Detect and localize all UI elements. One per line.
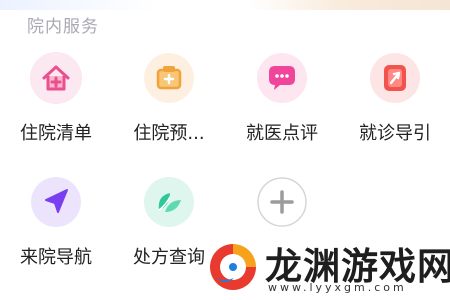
service-label: 住院清单 xyxy=(20,123,92,144)
watermark-logo-icon xyxy=(204,238,262,296)
service-inpatient-list[interactable]: 住院清单 xyxy=(0,52,112,164)
hospital-services-panel: 院内服务 住院清单 住院预... 就医点评 就诊导引 来院导航 处方查询 龙渊游… xyxy=(0,0,450,300)
top-card-edge xyxy=(0,0,450,10)
leaf-icon xyxy=(143,176,195,228)
service-label: 住院预... xyxy=(133,123,205,144)
chat-bubble-icon xyxy=(256,52,308,104)
watermark-url: www.lyyxgm.com xyxy=(268,281,407,294)
guide-pointer-icon xyxy=(369,52,421,104)
service-label: 就诊导引 xyxy=(359,123,431,144)
house-plus-icon xyxy=(30,52,82,104)
plus-icon xyxy=(256,176,308,228)
service-label: 就医点评 xyxy=(246,123,318,144)
service-inpatient-booking[interactable]: 住院预... xyxy=(113,52,225,164)
clipboard-box-icon xyxy=(143,52,195,104)
service-hospital-navigation[interactable]: 来院导航 xyxy=(0,176,112,288)
service-label: 来院导航 xyxy=(20,247,92,268)
section-title: 院内服务 xyxy=(27,17,99,37)
service-medical-review[interactable]: 就医点评 xyxy=(226,52,338,164)
navigation-arrow-icon xyxy=(30,176,82,228)
service-visit-guide[interactable]: 就诊导引 xyxy=(339,52,450,164)
